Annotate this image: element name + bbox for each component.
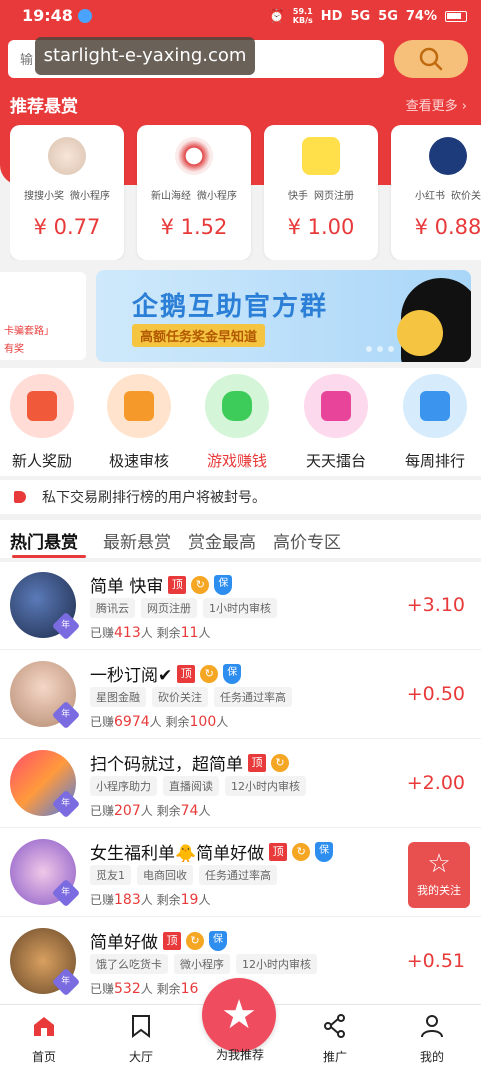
task-logo: [429, 137, 467, 175]
refresh-icon: ↻: [271, 753, 289, 772]
guarantee-badge: 保: [214, 574, 233, 595]
document-icon: [107, 374, 171, 438]
category-ranking[interactable]: 每周排行: [395, 374, 475, 471]
category-game[interactable]: 游戏赚钱: [197, 374, 277, 471]
task-logo: [175, 137, 213, 175]
tab-highest[interactable]: 赏金最高: [188, 528, 256, 553]
speaker-icon: [14, 491, 26, 503]
reward-amount: +2.00: [406, 772, 465, 794]
nav-hall[interactable]: 大厅: [111, 1013, 171, 1065]
clock: 19:48: [22, 6, 73, 25]
network-speed: 59.1 KB/s: [292, 7, 313, 25]
recommended-tasks: 搜搜小奖 微小程序 ¥ 0.77 新山海经 微小程序 ¥ 1.52 快手 网页注册 ¥…: [10, 125, 481, 260]
battery-icon: [445, 10, 467, 22]
signal-icon-2: 5G: [378, 8, 398, 24]
bookmark-star-icon: [304, 374, 368, 438]
hd-icon: HD: [320, 8, 343, 24]
category-new-user[interactable]: 新人奖励: [2, 374, 82, 471]
notice-text: 私下交易刷排行榜的用户将被封号。: [42, 490, 266, 506]
refresh-icon: ↻: [200, 664, 219, 683]
task-price: ¥ 1.52: [160, 215, 228, 239]
section-title: 推荐悬赏: [10, 97, 78, 117]
reward-amount: +0.50: [406, 683, 465, 705]
search-button[interactable]: [394, 40, 468, 78]
refresh-icon: ↻: [191, 575, 210, 594]
my-follow-button[interactable]: ☆ 我的关注: [408, 842, 470, 908]
task-price: ¥ 0.77: [33, 215, 101, 239]
tab-latest[interactable]: 最新悬赏: [103, 528, 171, 553]
bookmark-icon: [132, 1015, 150, 1038]
task-card[interactable]: 新山海经 微小程序 ¥ 1.52: [137, 125, 251, 260]
nav-promote[interactable]: 推广: [305, 1013, 365, 1065]
status-bar: 19:48 ⏰ 59.1 KB/s HD 5G 5G 74%: [0, 0, 481, 34]
nav-mine[interactable]: 我的: [402, 1013, 462, 1065]
star-icon: ☆: [427, 849, 451, 879]
star-icon: ★: [221, 992, 257, 1038]
reward-amount: +3.10: [406, 594, 465, 616]
gamepad-icon: [205, 374, 269, 438]
category-fast-review[interactable]: 极速审核: [99, 374, 179, 471]
task-card[interactable]: 搜搜小奖 微小程序 ¥ 0.77: [10, 125, 124, 260]
guarantee-badge: 保: [223, 663, 242, 684]
top-badge: 顶: [163, 931, 181, 950]
list-item[interactable]: 年 简单 快审顶 ↻ 保 腾讯云 网页注册 1小时内审核 已赚413人 剩余11人 +3…: [0, 562, 481, 650]
share-icon: [324, 1014, 345, 1038]
reward-amount: +0.51: [406, 950, 465, 972]
nav-home[interactable]: 首页: [14, 1013, 74, 1065]
category-arena[interactable]: 天天擂台: [296, 374, 376, 471]
task-price: ¥ 0.88: [414, 215, 481, 239]
signal-icon: 5G: [350, 8, 371, 24]
coin-icon: [397, 310, 443, 356]
tab-premium[interactable]: 高价专区: [273, 528, 341, 553]
guarantee-badge: 保: [315, 841, 334, 862]
carousel-dots: [366, 346, 394, 352]
banner-title: 企鹅互助官方群: [132, 292, 329, 322]
banner-prev[interactable]: 卡骗套路」 有奖: [0, 272, 86, 360]
task-price: ¥ 1.00: [287, 215, 355, 239]
task-logo: [302, 137, 340, 175]
top-badge: 顶: [269, 842, 288, 861]
task-logo: [48, 137, 86, 175]
refresh-icon: ↻: [292, 842, 311, 861]
watermark: starlight-e-yaxing.com: [35, 37, 255, 75]
task-card[interactable]: 快手 网页注册 ¥ 1.00: [264, 125, 378, 260]
recommend-for-me-button[interactable]: ★: [202, 978, 276, 1052]
gift-icon: [10, 374, 74, 438]
top-badge: 顶: [168, 575, 187, 594]
promo-banner[interactable]: 企鹅互助官方群 高额任务奖金早知道: [96, 270, 471, 362]
task-card[interactable]: 小红书 砍价关 ¥ 0.88: [391, 125, 481, 260]
user-icon: [421, 1015, 443, 1038]
notice-bar: 私下交易刷排行榜的用户将被封号。: [0, 480, 481, 514]
list-item[interactable]: 年 扫个码就过，超简单顶 ↻ 小程序助力 直播阅读 12小时内审核 已赚207人 剩余…: [0, 740, 481, 828]
guarantee-badge: 保: [209, 930, 227, 951]
list-item[interactable]: 年 一秒订阅✔ 顶 ↻ 保 星图金融 砍价关注 任务通过率高 已赚6974人 剩余100人…: [0, 651, 481, 739]
battery-level: 74%: [405, 8, 437, 24]
home-icon: [34, 1017, 54, 1036]
refresh-icon: ↻: [186, 931, 204, 950]
tab-hot[interactable]: 热门悬赏: [10, 528, 78, 553]
task-list: 年 简单 快审顶 ↻ 保 腾讯云 网页注册 1小时内审核 已赚413人 剩余11人 +3…: [0, 562, 481, 1004]
notification-icon: [78, 9, 92, 23]
banner-subtitle: 高额任务奖金早知道: [132, 324, 266, 347]
bar-chart-icon: [403, 374, 467, 438]
top-badge: 顶: [248, 753, 266, 772]
see-more-link[interactable]: 查看更多 ›: [406, 95, 467, 114]
alarm-icon: ⏰: [268, 8, 285, 24]
search-icon: [419, 47, 443, 71]
tab-bar: 热门悬赏 最新悬赏 赏金最高 高价专区: [0, 520, 481, 558]
recommend-for-me-label: 为我推荐: [215, 1048, 264, 1062]
tab-indicator: [12, 555, 86, 558]
top-badge: 顶: [177, 664, 196, 683]
category-row: 新人奖励 极速审核 游戏赚钱 天天擂台 每周排行: [0, 368, 481, 476]
